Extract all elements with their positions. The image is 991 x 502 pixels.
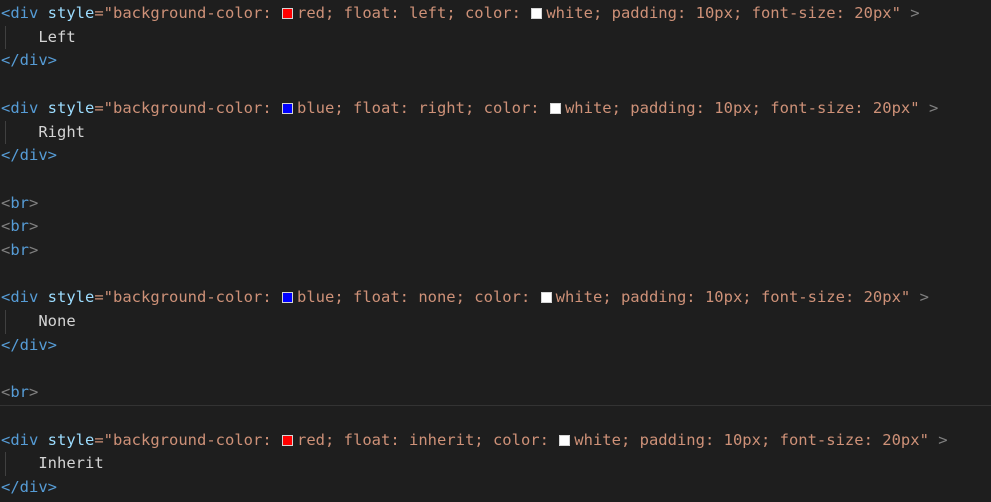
color-value: white bbox=[564, 98, 612, 117]
br-lt: < bbox=[1, 217, 11, 236]
code-line-content[interactable]: None bbox=[0, 310, 991, 334]
color-value: white bbox=[555, 288, 603, 307]
indent-guide bbox=[5, 452, 6, 477]
tag-open: <div bbox=[1, 430, 39, 449]
tag-open: <div bbox=[1, 98, 39, 117]
style-middle: ; float: right; color: bbox=[334, 98, 549, 117]
color-value: red bbox=[297, 4, 325, 22]
color-swatch-red[interactable] bbox=[282, 434, 293, 446]
code-line-div-open[interactable]: <div style="background-color: blue; floa… bbox=[0, 286, 991, 310]
attr-name: style bbox=[47, 98, 95, 117]
indent-guide bbox=[5, 120, 6, 145]
tag-close-bracket: > bbox=[910, 4, 920, 22]
attr-name: style bbox=[47, 4, 95, 22]
br-gt: > bbox=[29, 193, 39, 212]
code-line-empty[interactable] bbox=[0, 405, 991, 429]
indent-guide bbox=[5, 310, 6, 334]
br-gt: > bbox=[29, 241, 39, 259]
color-swatch-white[interactable] bbox=[531, 8, 543, 19]
br-lt: < bbox=[1, 193, 11, 212]
code-line-br[interactable]: <br> bbox=[0, 192, 991, 216]
color-value: blue bbox=[297, 288, 335, 307]
style-prefix: background-color: bbox=[113, 98, 281, 117]
tag-open: <div bbox=[1, 288, 39, 307]
style-prefix: background-color: bbox=[113, 288, 281, 307]
tag-end: </div> bbox=[1, 478, 57, 497]
attr-name: style bbox=[47, 288, 95, 307]
code-line-div-close[interactable]: </div> bbox=[0, 144, 991, 168]
tag-end: </div> bbox=[1, 51, 57, 70]
br-tag: br bbox=[10, 217, 30, 236]
code-line-br[interactable]: <br> bbox=[0, 239, 991, 263]
style-prefix: background-color: bbox=[113, 4, 281, 22]
color-swatch-red[interactable] bbox=[282, 8, 293, 19]
br-gt: > bbox=[29, 383, 39, 402]
attr-equals-quote: =" bbox=[94, 98, 114, 117]
style-suffix: ; padding: 10px; font-size: 20px" bbox=[611, 98, 920, 117]
color-value: white bbox=[546, 4, 593, 22]
code-line-div-open[interactable]: <div style="background-color: red; float… bbox=[0, 2, 991, 26]
code-editor[interactable]: <div style="background-color: red; float… bbox=[0, 0, 991, 502]
style-middle: ; float: inherit; color: bbox=[325, 430, 559, 449]
code-line-content[interactable]: Left bbox=[0, 26, 991, 50]
style-suffix: ; padding: 10px; font-size: 20px" bbox=[592, 4, 901, 22]
tag-close-bracket: > bbox=[928, 98, 939, 117]
tag-close-bracket: > bbox=[938, 430, 948, 449]
br-tag: br bbox=[10, 383, 30, 402]
style-middle: ; float: left; color: bbox=[325, 4, 531, 22]
div-text-content: Left bbox=[38, 27, 76, 46]
tag-open: <div bbox=[1, 4, 39, 22]
color-value: white bbox=[574, 430, 621, 449]
style-suffix: ; padding: 10px; font-size: 20px" bbox=[602, 288, 911, 307]
code-line-div-open[interactable]: <div style="background-color: blue; floa… bbox=[0, 97, 991, 121]
code-line-div-close[interactable]: </div> bbox=[0, 476, 991, 500]
attr-equals-quote: =" bbox=[94, 288, 114, 307]
code-line-div-close[interactable]: </div> bbox=[0, 334, 991, 358]
color-swatch-blue[interactable] bbox=[282, 292, 293, 304]
code-line-content[interactable]: Inherit bbox=[0, 452, 991, 476]
color-swatch-white[interactable] bbox=[549, 102, 561, 114]
tag-end: </div> bbox=[1, 335, 57, 354]
code-line-div-open[interactable]: <div style="background-color: red; float… bbox=[0, 429, 991, 453]
attr-equals-quote: =" bbox=[94, 4, 114, 22]
br-lt: < bbox=[1, 383, 11, 402]
color-swatch-blue[interactable] bbox=[282, 102, 293, 114]
color-value: blue bbox=[297, 98, 335, 117]
div-text-content: Inherit bbox=[38, 454, 104, 473]
br-tag: br bbox=[10, 193, 30, 212]
color-swatch-white[interactable] bbox=[559, 434, 571, 446]
code-line-div-close[interactable]: </div> bbox=[0, 49, 991, 73]
style-prefix: background-color: bbox=[113, 430, 281, 449]
br-gt: > bbox=[29, 217, 39, 236]
div-text-content: Right bbox=[38, 122, 85, 141]
indent-guide bbox=[5, 25, 6, 50]
br-lt: < bbox=[1, 241, 11, 259]
style-middle: ; float: none; color: bbox=[334, 288, 540, 307]
color-swatch-white[interactable] bbox=[540, 292, 552, 304]
attr-name: style bbox=[47, 430, 95, 449]
color-value: red bbox=[297, 430, 325, 449]
div-text-content: None bbox=[38, 312, 76, 331]
tag-end: </div> bbox=[1, 146, 57, 165]
attr-equals-quote: =" bbox=[94, 430, 114, 449]
style-suffix: ; padding: 10px; font-size: 20px" bbox=[620, 430, 929, 449]
code-line-br[interactable]: <br> bbox=[0, 381, 991, 405]
tag-close-bracket: > bbox=[919, 288, 929, 307]
br-tag: br bbox=[10, 241, 30, 259]
code-line-br[interactable]: <br> bbox=[0, 215, 991, 239]
code-line-content[interactable]: Right bbox=[0, 121, 991, 145]
